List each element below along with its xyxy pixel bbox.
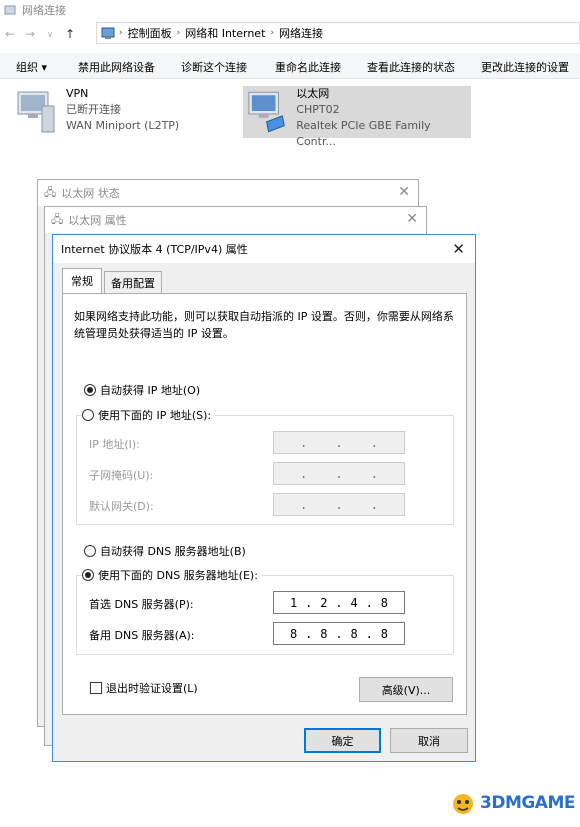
network-folder-icon: [4, 5, 16, 15]
ip-address-input[interactable]: ...: [273, 431, 405, 454]
control-panel-icon: [101, 27, 115, 39]
subnet-mask-label: 子网掩码(U):: [89, 469, 154, 482]
view-status-button[interactable]: 查看此连接的状态: [367, 59, 455, 75]
breadcrumb-chevron-icon: ›: [176, 28, 181, 38]
dialog-titlebar: 🖧 以太网 状态: [38, 180, 418, 206]
rename-button[interactable]: 重命名此连接: [275, 59, 341, 75]
preferred-dns-input[interactable]: 1. 2. 4. 8: [273, 591, 405, 614]
close-icon[interactable]: ✕: [406, 211, 418, 227]
alternate-dns-label: 备用 DNS 服务器(A):: [89, 629, 195, 642]
connection-ethernet[interactable]: 以太网 CHPT02 Realtek PCIe GBE Family Contr…: [243, 86, 471, 148]
alternate-dns-input[interactable]: 8. 8. 8. 8: [273, 622, 405, 645]
address-bar[interactable]: › 控制面板 › 网络和 Internet › 网络连接: [96, 22, 580, 44]
auto-ip-label: 自动获得 IP 地址(O): [100, 384, 201, 397]
breadcrumb-chevron-icon: ›: [119, 28, 123, 38]
close-icon[interactable]: ✕: [452, 240, 465, 258]
change-settings-button[interactable]: 更改此连接的设置: [481, 59, 569, 75]
ok-button[interactable]: 确定: [304, 728, 381, 753]
auto-dns-label: 自动获得 DNS 服务器地址(B): [100, 545, 246, 558]
radio-unselected-icon: [82, 409, 94, 421]
ethernet-icon: 🖧: [44, 185, 57, 199]
forward-arrow-icon[interactable]: →: [20, 24, 40, 44]
radio-selected-icon: [84, 384, 96, 396]
recent-chevron-icon[interactable]: ∨: [40, 24, 60, 44]
breadcrumb-network-connections[interactable]: 网络连接: [279, 25, 323, 41]
dialog-titlebar: Internet 协议版本 4 (TCP/IPv4) 属性: [53, 235, 475, 263]
tab-alternate-config[interactable]: 备用配置: [104, 271, 162, 293]
connection-name: VPN: [66, 87, 89, 100]
manual-ip-radio[interactable]: 使用下面的 IP 地址(S):: [82, 407, 216, 423]
dialog-title: Internet 协议版本 4 (TCP/IPv4) 属性: [61, 243, 248, 256]
window-title: 网络连接: [22, 4, 66, 17]
auto-dns-radio[interactable]: 自动获得 DNS 服务器地址(B): [84, 543, 246, 559]
window-titlebar: 网络连接: [0, 0, 580, 20]
validate-on-exit-label: 退出时验证设置(L): [106, 682, 198, 695]
manual-dns-radio[interactable]: 使用下面的 DNS 服务器地址(E):: [82, 567, 262, 583]
command-bar: 组织 ▾ 禁用此网络设备 诊断这个连接 重命名此连接 查看此连接的状态 更改此连…: [0, 53, 580, 79]
back-arrow-icon[interactable]: ←: [0, 24, 20, 44]
dialog-title: 以太网 属性: [68, 214, 127, 227]
ip-address-label: IP 地址(I):: [89, 438, 140, 451]
close-icon[interactable]: ✕: [398, 184, 410, 200]
description-text: 如果网络支持此功能，则可以获取自动指派的 IP 设置。否则，你需要从网络系统管理…: [74, 310, 454, 340]
advanced-button[interactable]: 高级(V)...: [359, 677, 453, 702]
breadcrumb-control-panel[interactable]: 控制面板: [128, 25, 172, 41]
radio-unselected-icon: [84, 545, 96, 557]
manual-dns-label: 使用下面的 DNS 服务器地址(E):: [98, 569, 258, 582]
dialog-titlebar: 🖧 以太网 属性: [45, 207, 426, 233]
radio-selected-icon: [82, 569, 94, 581]
address-row: ← → ∨ ↑ › 控制面板 › 网络和 Internet › 网络连接: [0, 22, 580, 46]
subnet-mask-input[interactable]: ...: [273, 462, 405, 485]
up-arrow-icon[interactable]: ↑: [60, 24, 80, 44]
diagnose-button[interactable]: 诊断这个连接: [181, 59, 247, 75]
organize-menu[interactable]: 组织 ▾: [16, 59, 47, 75]
breadcrumb-network-internet[interactable]: 网络和 Internet: [185, 25, 265, 41]
connection-name: 以太网: [296, 87, 330, 100]
vpn-computer-icon: [17, 91, 55, 133]
connection-device: WAN Miniport (L2TP): [66, 119, 180, 132]
preferred-dns-label: 首选 DNS 服务器(P):: [89, 598, 194, 611]
connection-status: CHPT02: [296, 103, 340, 116]
connection-vpn[interactable]: VPN 已断开连接 WAN Miniport (L2TP): [14, 86, 234, 138]
tab-general[interactable]: 常规: [62, 268, 102, 293]
cancel-button[interactable]: 取消: [390, 728, 468, 753]
breadcrumb-chevron-icon: ›: [270, 28, 275, 38]
manual-ip-label: 使用下面的 IP 地址(S):: [98, 409, 212, 422]
watermark-text: 3DMGAME: [480, 793, 576, 813]
ethernet-computer-icon: [248, 91, 285, 133]
default-gateway-label: 默认网关(D):: [89, 500, 154, 513]
validate-on-exit-checkbox[interactable]: 退出时验证设置(L): [90, 680, 198, 696]
checkbox-unchecked-icon: [90, 682, 102, 694]
dialog-title: 以太网 状态: [61, 187, 120, 200]
3dmgame-watermark: 3DMGAME: [450, 790, 576, 816]
default-gateway-input[interactable]: ...: [273, 493, 405, 516]
connection-device: Realtek PCIe GBE Family Contr...: [296, 119, 431, 148]
connection-status: 已断开连接: [66, 103, 121, 116]
auto-ip-radio[interactable]: 自动获得 IP 地址(O): [84, 382, 200, 398]
disable-device-button[interactable]: 禁用此网络设备: [78, 59, 155, 75]
mascot-logo-icon: [453, 794, 473, 814]
ethernet-icon: 🖧: [51, 212, 64, 226]
